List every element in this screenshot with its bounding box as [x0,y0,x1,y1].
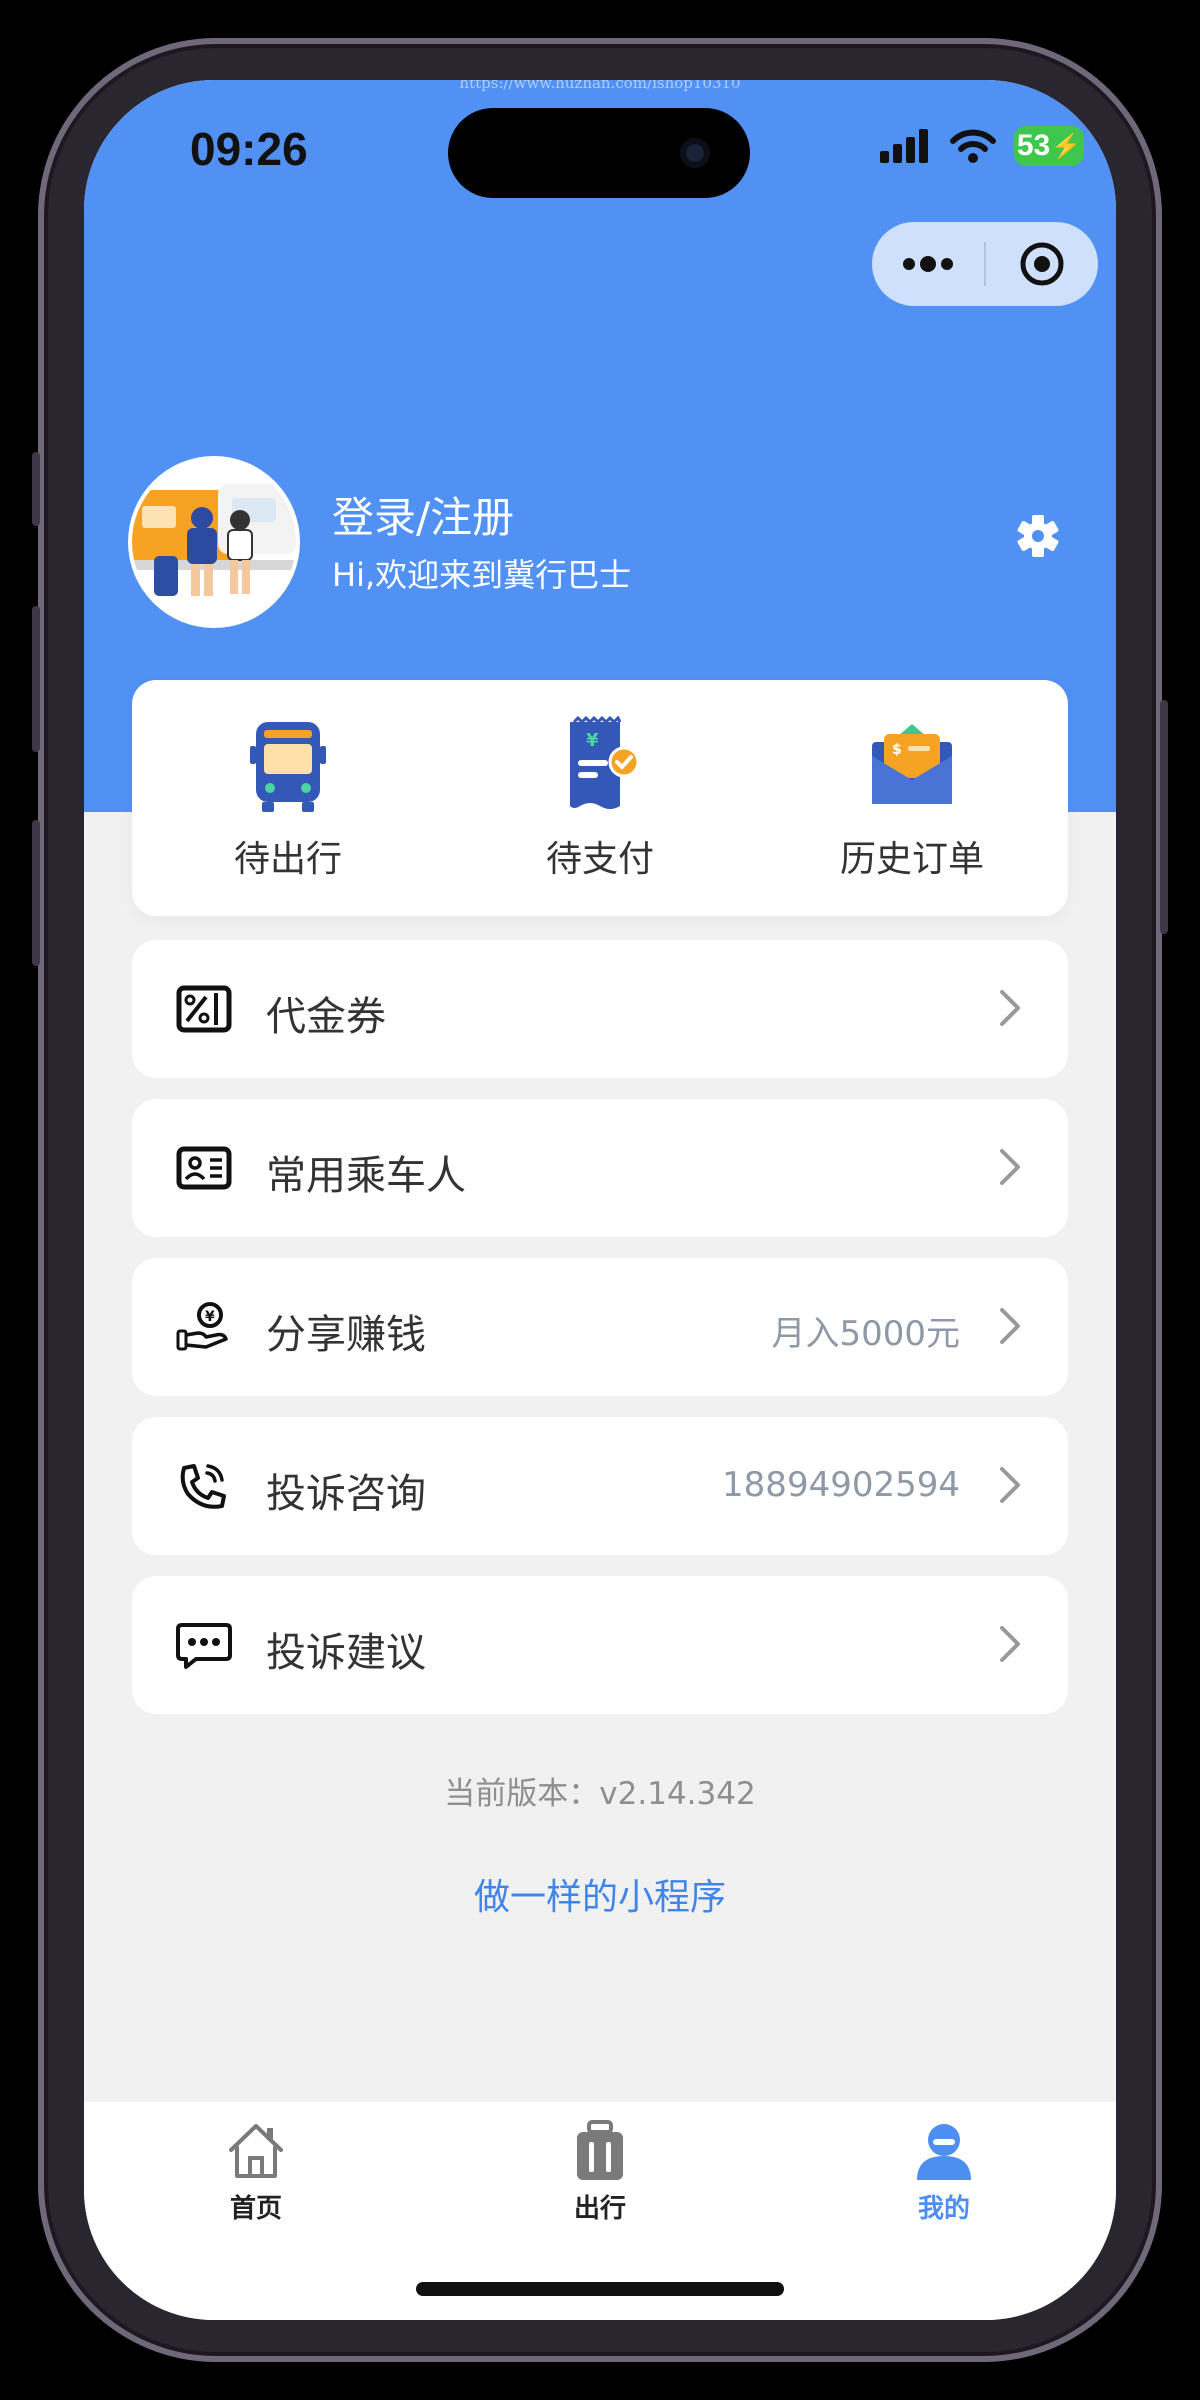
hotline-number: 18894902594 [722,1465,960,1505]
svg-text:¥: ¥ [586,730,599,751]
status-time: 09:26 [190,123,308,175]
svg-text:¥: ¥ [205,1309,215,1325]
login-register-link[interactable]: 登录/注册 [332,484,514,545]
charging-icon: ⚡ [1051,132,1082,160]
order-history[interactable]: $ 历史订单 [756,680,1068,916]
profile-section: 登录/注册 Hi,欢迎来到冀行巴士 [132,460,1068,624]
menu-item-passengers[interactable]: 常用乘车人 [132,1099,1068,1237]
chevron-right-icon [1000,1308,1020,1344]
battery-indicator: 53 ⚡ [1014,126,1084,166]
chevron-right-icon [1000,1467,1020,1503]
dynamic-island [448,108,750,198]
side-button-volume-down [32,820,40,966]
receipt-icon: ¥ [570,716,640,809]
tab-label: 首页 [229,2194,282,2224]
chevron-right-icon [1000,990,1020,1026]
tab-mine[interactable]: 我的 [844,2120,1044,2225]
gear-icon [1017,515,1059,557]
status-icons: 53 ⚡ [880,126,1084,166]
side-button-action [32,452,40,526]
avatar[interactable] [132,460,296,624]
money-hand-icon: ¥ [176,1302,228,1351]
chat-icon [176,1623,232,1669]
miniapp-capsule [872,222,1098,306]
welcome-text: Hi,欢迎来到冀行巴士 [332,556,632,594]
menu-label: 投诉建议 [266,1630,426,1676]
tab-home[interactable]: 首页 [156,2120,356,2225]
menu-label: 常用乘车人 [266,1153,466,1199]
menu-value: 月入5000元 [771,1314,960,1354]
camera-icon [680,138,710,168]
menu-item-feedback[interactable]: 投诉建议 [132,1576,1068,1714]
svg-text:$: $ [892,742,902,758]
chevron-right-icon [1000,1149,1020,1185]
side-button-power [1160,700,1168,934]
signal-icon [880,129,928,163]
luggage-icon [577,2120,623,2180]
tab-label: 出行 [573,2194,626,2224]
bus-icon [250,722,326,812]
target-icon [1020,242,1064,286]
order-label: 待出行 [233,839,342,880]
avatar-illustration [132,460,296,624]
order-label: 历史订单 [839,839,984,880]
more-dots-icon [903,256,953,272]
order-label: 待支付 [545,839,654,880]
envelope-icon: $ [872,724,952,804]
chevron-right-icon [1000,1626,1020,1662]
battery-level: 53 [1016,129,1051,162]
user-icon [917,2124,971,2180]
order-pending-payment[interactable]: ¥ 待支付 [444,680,756,916]
settings-button[interactable] [1008,506,1068,566]
screen: https://www.huzhan.com/ishop10310 09:26 … [84,80,1116,2320]
menu-item-coupons[interactable]: 代金券 [132,940,1068,1078]
close-button[interactable] [986,222,1098,306]
version-text: 当前版本：v2.14.342 [444,1776,756,1812]
watermark: https://www.huzhan.com/ishop10310 [459,80,741,92]
menu-item-share-earn[interactable]: ¥ 分享赚钱 月入5000元 [132,1258,1068,1396]
tab-label: 我的 [917,2194,970,2224]
menu-label: 分享赚钱 [266,1312,426,1358]
menu-item-complaint-consult[interactable]: 投诉咨询 18894902594 [132,1417,1068,1555]
more-button[interactable] [872,222,984,306]
home-indicator [416,2282,784,2296]
tab-travel[interactable]: 出行 [500,2120,700,2225]
menu-label: 代金券 [266,994,386,1040]
phone-icon [180,1464,226,1509]
id-card-icon [176,1146,232,1190]
orders-card: 待出行 ¥ 待支付 $ 历史订单 [132,680,1068,916]
menu-label: 投诉咨询 [266,1471,426,1517]
order-pending-trip[interactable]: 待出行 [132,680,444,916]
side-button-volume-up [32,606,40,752]
home-icon [229,2124,283,2178]
wifi-icon [950,129,996,163]
coupon-icon [176,985,232,1033]
make-miniprogram-link[interactable]: 做一样的小程序 [84,1868,1116,1920]
